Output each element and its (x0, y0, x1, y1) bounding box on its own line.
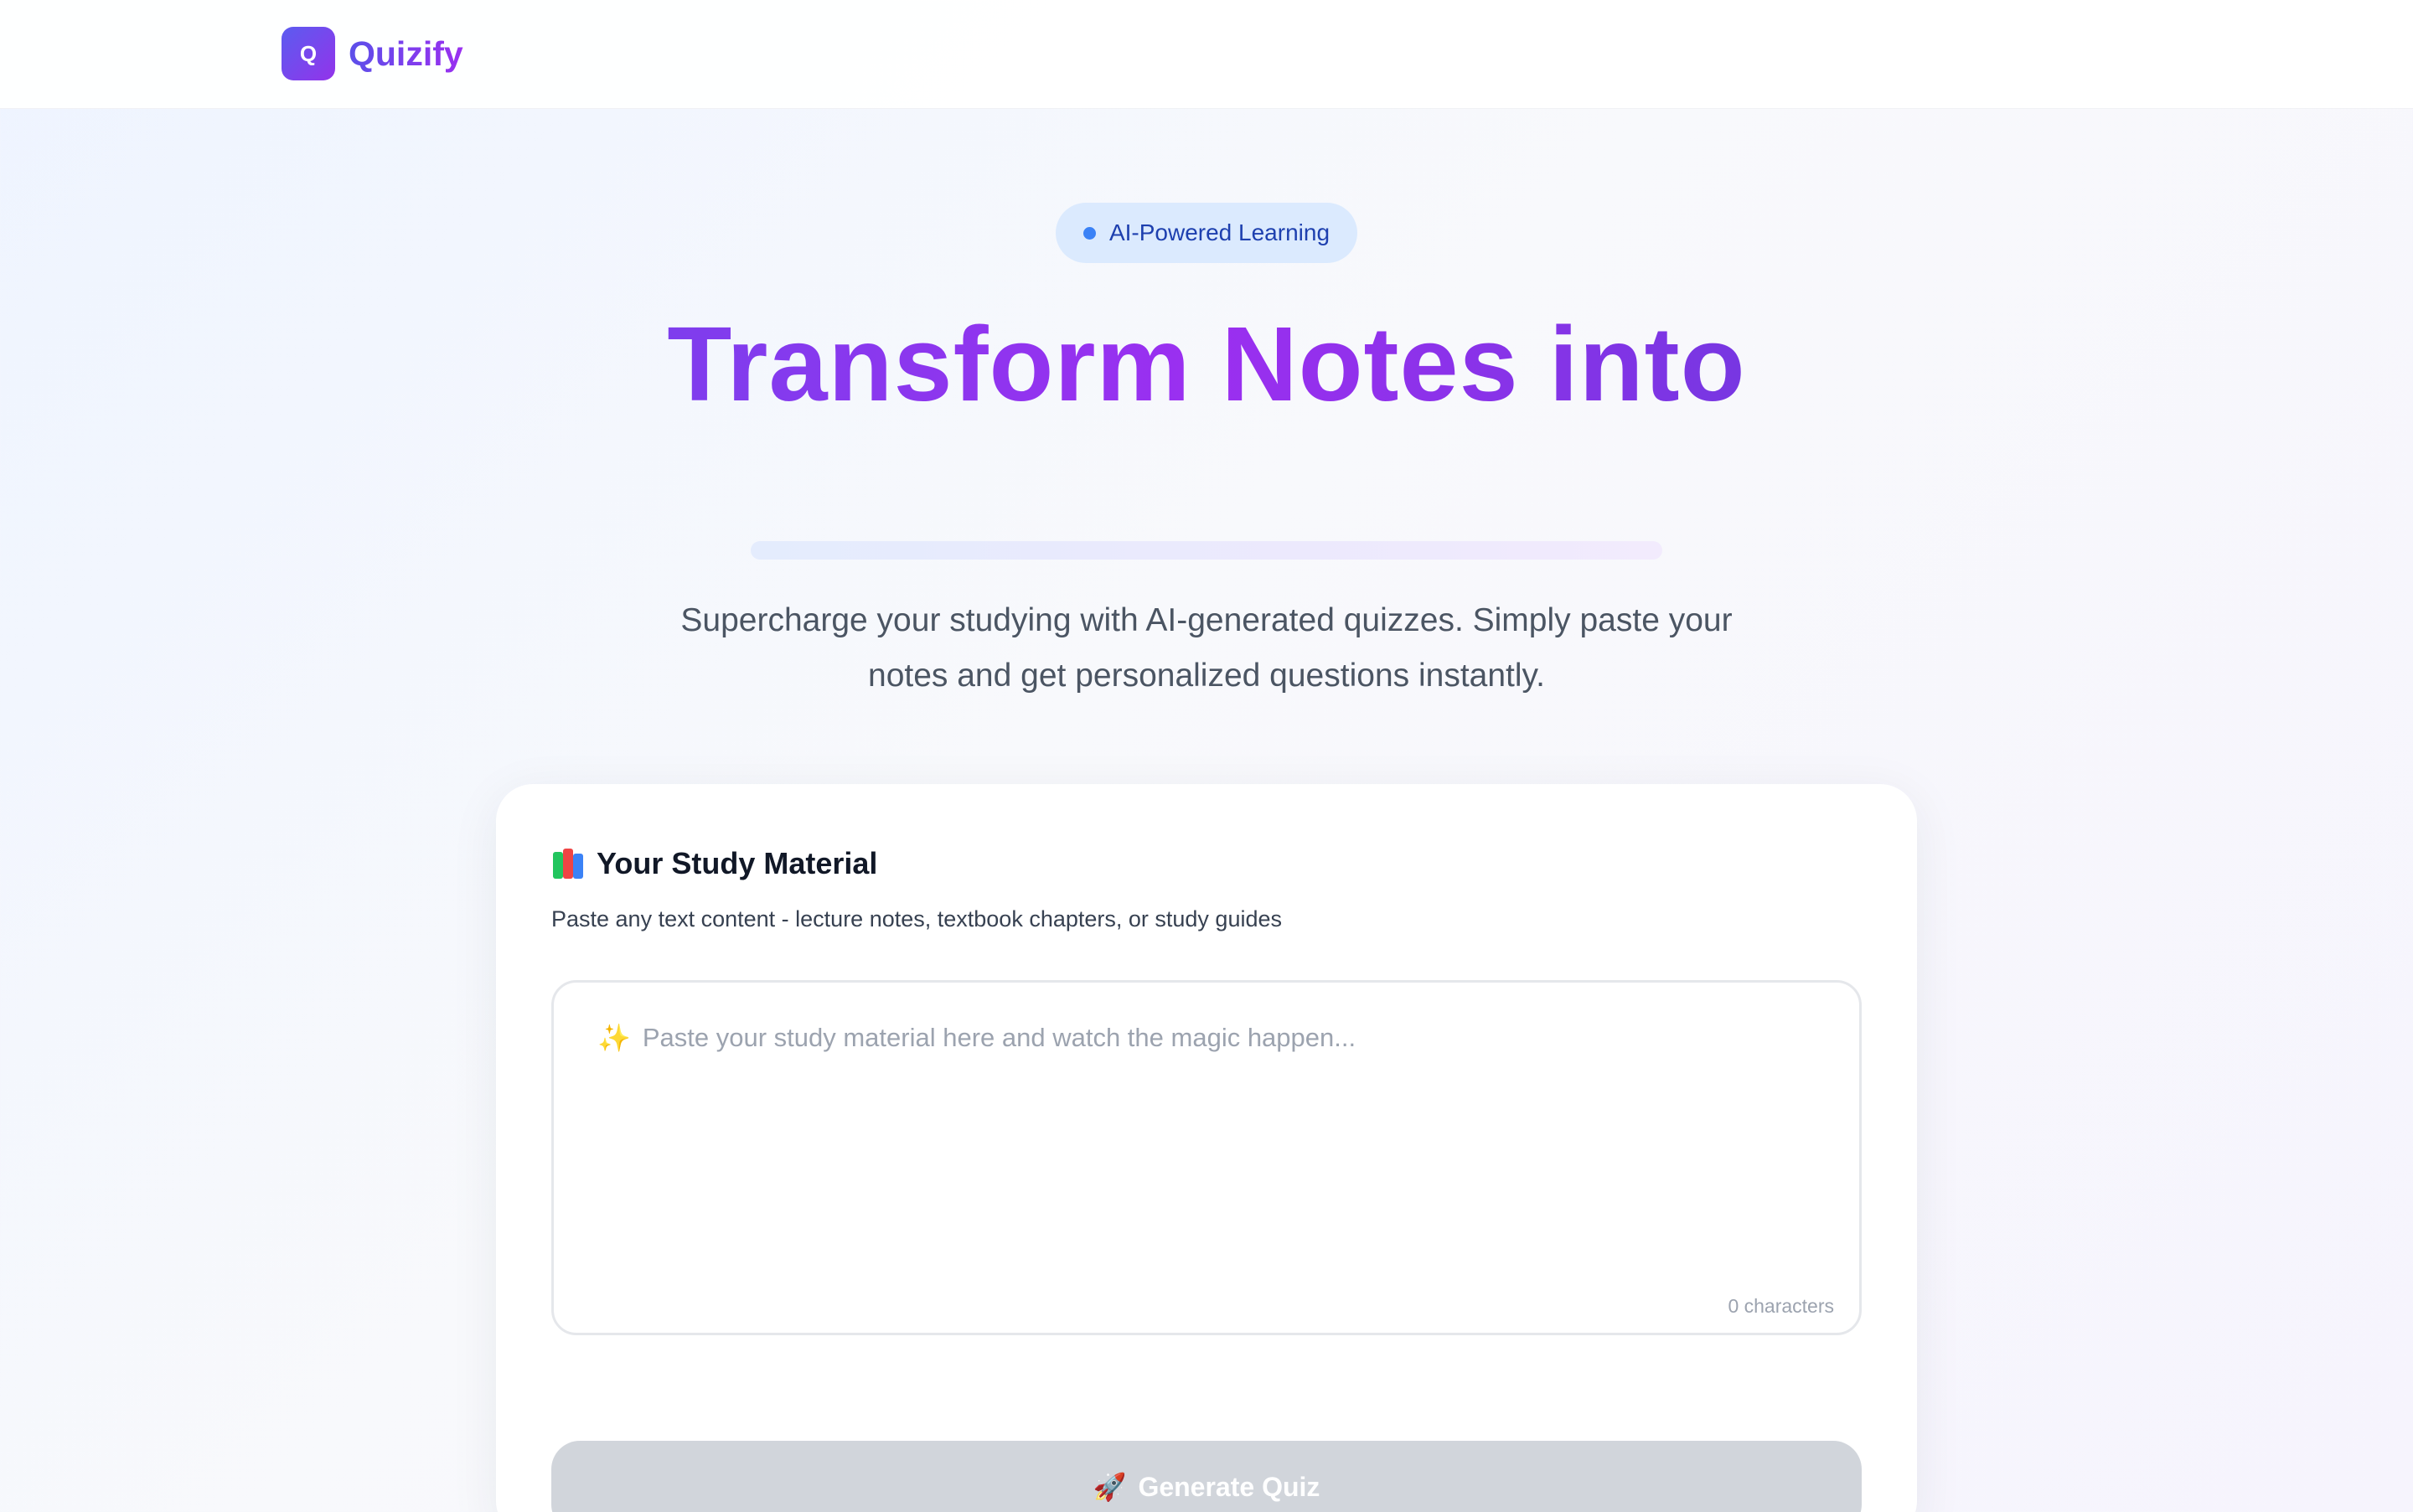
study-material-card: Your Study Material Paste any text conte… (496, 784, 1917, 1512)
brand-name[interactable]: Quizify (349, 30, 463, 77)
hero-title: Transform Notes into (0, 302, 2413, 427)
badge-label: AI-Powered Learning (1108, 219, 1331, 245)
textarea-placeholder: ✨ Paste your study material here and wat… (597, 1023, 1356, 1053)
study-material-textarea[interactable]: ✨ Paste your study material here and wat… (551, 980, 1862, 1335)
badge-dot-icon (1082, 226, 1096, 240)
top-navbar: Q Quizify (0, 0, 2413, 109)
sparkle-icon: ✨ (597, 1023, 631, 1053)
logo-icon[interactable]: Q (282, 27, 335, 80)
card-heading: Your Study Material (551, 843, 877, 885)
generate-quiz-button[interactable]: 🚀 Generate Quiz (551, 1441, 1862, 1512)
ai-badge: AI-Powered Learning (1056, 203, 1357, 263)
hero-subtitle: Supercharge your studying with AI-genera… (680, 602, 1733, 694)
character-count: 0 characters (1728, 1295, 1834, 1317)
generate-quiz-label: Generate Quiz (1138, 1471, 1320, 1502)
card-title: Your Study Material (597, 846, 878, 880)
card-description: Paste any text content - lecture notes, … (551, 906, 1282, 931)
hero-loading-bar (751, 541, 1662, 560)
books-icon (551, 847, 585, 880)
logo-letter: Q (299, 40, 318, 66)
placeholder-text: Paste your study material here and watch… (642, 1023, 1356, 1052)
rocket-icon: 🚀 (1093, 1472, 1127, 1502)
